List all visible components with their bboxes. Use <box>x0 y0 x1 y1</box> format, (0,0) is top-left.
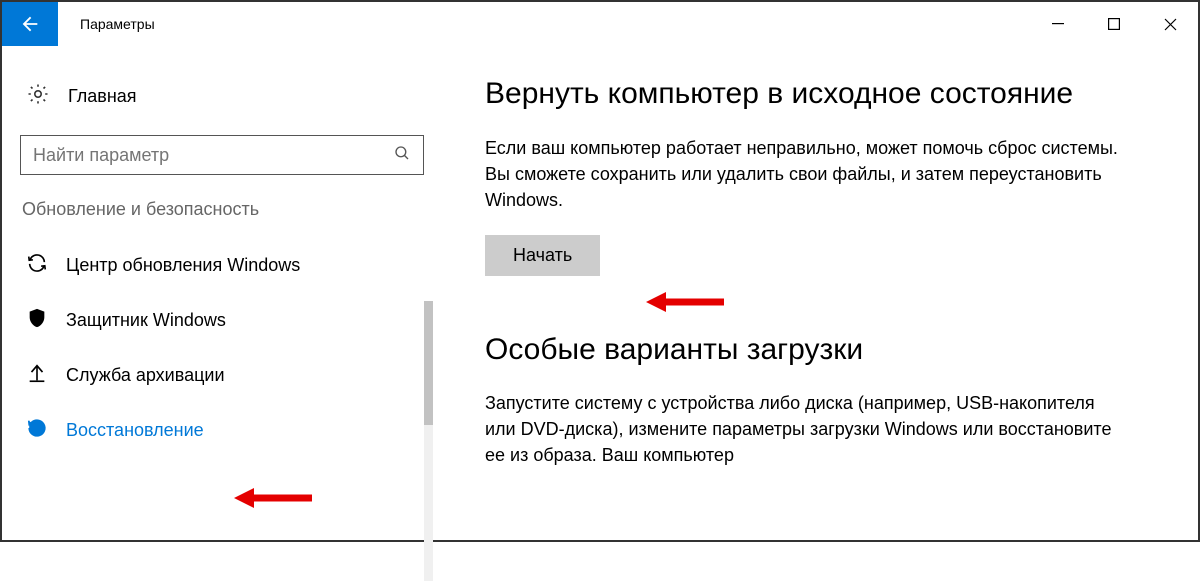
minimize-button[interactable] <box>1030 2 1086 46</box>
search-input[interactable] <box>20 135 424 175</box>
advanced-title: Особые варианты загрузки <box>485 330 1168 371</box>
sidebar-item-update[interactable]: Центр обновления Windows <box>20 238 437 293</box>
sidebar-scrollbar[interactable] <box>424 301 433 581</box>
search-icon <box>393 144 411 167</box>
close-button[interactable] <box>1142 2 1198 46</box>
annotation-arrow-icon <box>646 290 724 314</box>
main-pane: Вернуть компьютер в исходное состояние Е… <box>437 46 1198 540</box>
sync-icon <box>26 252 48 279</box>
gear-icon <box>26 82 50 111</box>
advanced-description: Запустите систему с устройства либо диск… <box>485 390 1125 468</box>
sidebar-item-backup[interactable]: Служба архивации <box>20 348 437 403</box>
reset-title: Вернуть компьютер в исходное состояние <box>485 74 1168 115</box>
shield-icon <box>26 307 48 334</box>
sidebar-item-label: Восстановление <box>66 420 204 441</box>
sidebar-item-label: Служба архивации <box>66 365 225 386</box>
upload-icon <box>26 362 48 389</box>
sidebar-scrollbar-thumb[interactable] <box>424 301 433 425</box>
reset-description: Если ваш компьютер работает неправильно,… <box>485 135 1125 213</box>
sidebar-item-label: Центр обновления Windows <box>66 255 300 276</box>
sidebar-item-label: Защитник Windows <box>66 310 226 331</box>
sidebar-item-defender[interactable]: Защитник Windows <box>20 293 437 348</box>
reset-start-button[interactable]: Начать <box>485 235 600 276</box>
maximize-button[interactable] <box>1086 2 1142 46</box>
annotation-arrow-icon <box>234 486 312 510</box>
sidebar-home[interactable]: Главная <box>20 74 437 135</box>
back-button[interactable] <box>2 2 58 46</box>
sidebar-section-title: Обновление и безопасность <box>20 199 437 220</box>
window-title: Параметры <box>58 16 155 32</box>
history-icon <box>26 417 48 444</box>
search-field[interactable] <box>33 145 393 166</box>
sidebar-item-recovery[interactable]: Восстановление <box>20 403 437 458</box>
sidebar: Главная Обновление и безопасность Центр … <box>2 46 437 540</box>
sidebar-home-label: Главная <box>68 86 137 107</box>
